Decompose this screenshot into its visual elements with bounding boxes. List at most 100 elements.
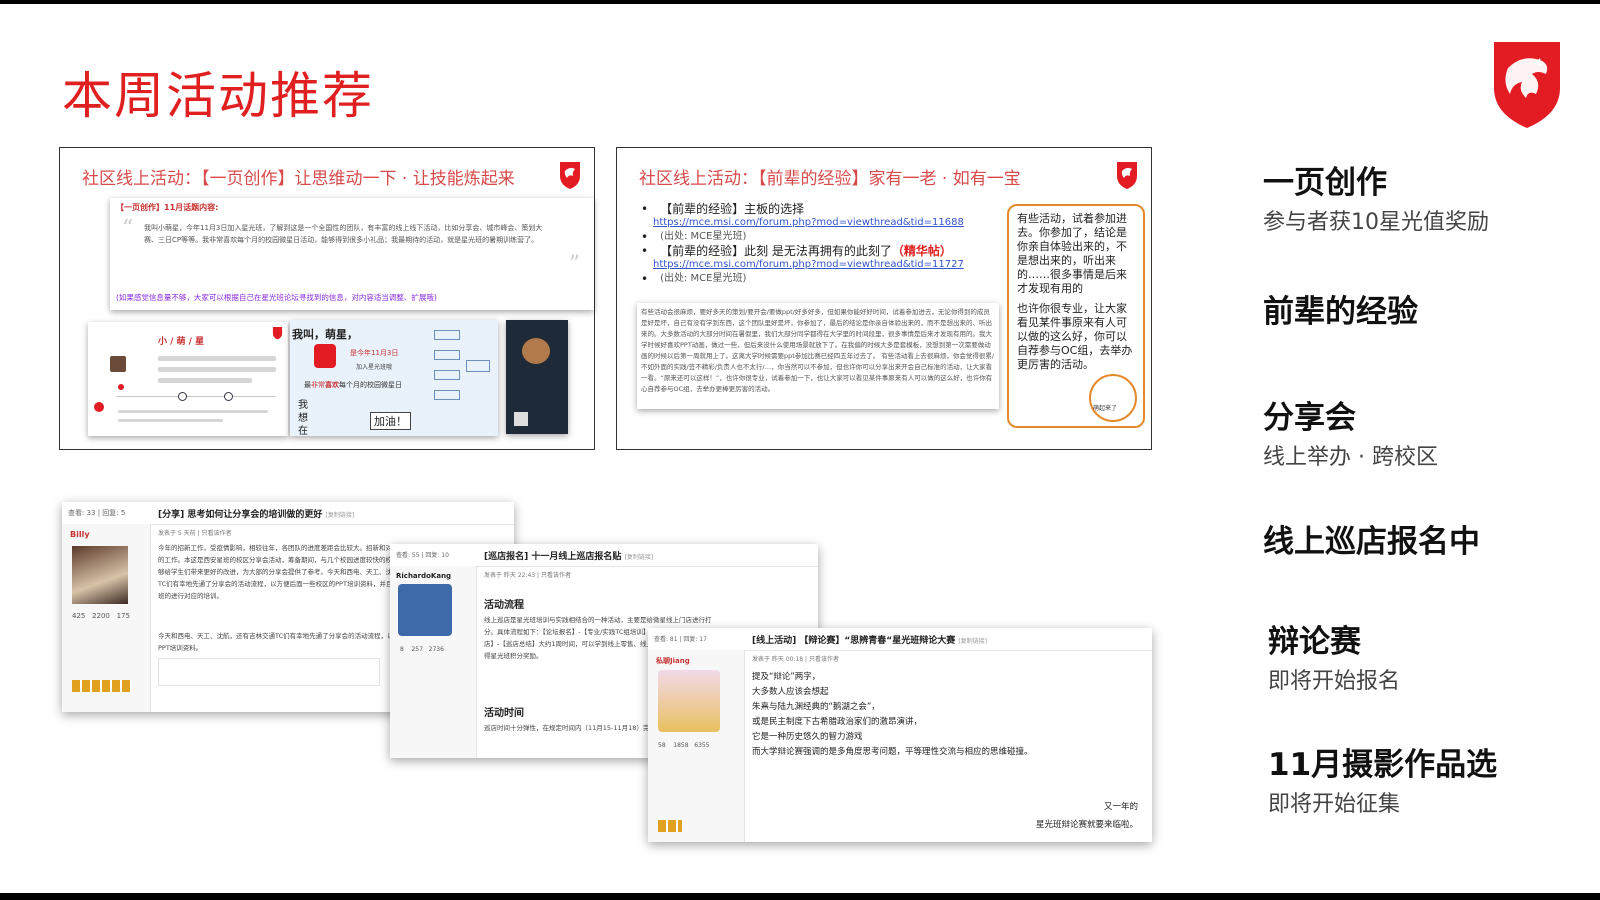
body-line: 提及“辩论”两字， [752,672,821,682]
bullet-2-source: (出处: MCE星光班) [660,273,747,284]
bullet-2-link[interactable]: https://mce.msi.com/forum.php?mod=viewth… [653,258,964,272]
list-item-photo[interactable]: 11月摄影作品选 即将开始征集 [1268,739,1497,818]
user-avatar[interactable] [72,546,128,604]
stat-3: 2736 [428,646,444,653]
post-user[interactable]: 私聊Jiang [656,656,690,666]
stat-1: 8 [400,646,404,653]
sample-b-go: 加油！ [370,412,411,430]
list-heading: 11月摄影作品选 [1268,747,1498,783]
post-table [158,658,380,686]
sample-b-zai: 在 [298,426,308,437]
msi-shield-icon [272,327,283,340]
list-sub: 即将开始报名 [1268,669,1401,694]
stat-2: 1858 [673,742,689,749]
user-stats: 425 2200 175 [72,610,130,622]
sample-a-photo [110,356,126,372]
experience-quote-text: 有些活动会很麻烦，要好多天的策划/要开会/要做ppt/好多好多，但如果你能好好时… [641,308,995,393]
sample-b-like-a: 最 [304,381,311,389]
msi-shield-icon [1117,162,1137,189]
sample-b-like-c: 喜欢 [325,381,339,389]
timeline-dot [178,392,187,401]
post-meta: 发表于 昨天 00:18 | 只看该作者 [752,656,839,663]
post-stats: 查看: 81 | 回复: 17 [654,636,707,643]
timeline-dot [224,392,233,401]
post-stats: 查看: 33 | 回复: 5 [68,509,126,517]
dragon-mascot-icon [314,344,336,368]
topic-content-box: 【一页创作】11月话题内容: “ 我叫小萌星，今年11月3日加入星光班，了解到这… [110,198,594,310]
body-line: 朱熹与陆九渊经典的“鹅湖之会”， [752,702,880,712]
quote-icon: “ [122,216,134,241]
body-line: 大多数人应该会想起 [752,687,829,697]
bullet-1-source: (出处: MCE星光班) [660,231,747,242]
stat-2: 257 [411,646,423,653]
sample-thumbnail-c[interactable] [506,320,568,434]
body-line: 或是民主制度下古希腊政治家们的激昂演讲， [752,717,923,727]
topic-heading: 【一页创作】11月话题内容: [116,203,219,212]
topic-footer: (如果感觉信息量不够，大家可以根据自己在星光班论坛寻找到的信息，对内容适当调整、… [116,293,437,302]
bullet-1-link[interactable]: https://mce.msi.com/forum.php?mod=viewth… [653,216,964,230]
post-meta: 发表于 昨天 22:43 | 只看该作者 [484,572,571,579]
forum-post-debate[interactable]: 查看: 81 | 回复: 17 [线上活动] 【辩论赛】“思辨青春“星光班辩论大… [648,628,1152,842]
list-sub: 参与者获10星光值奖励 [1263,210,1489,235]
stat-1: 58 [658,742,666,749]
sample-b-join: 加入星光班哦 [356,364,393,371]
sample-a-captions [118,404,268,428]
sample-thumbnail-a[interactable]: 小 / 萌 / 星 [88,322,288,436]
sample-b-title: 我叫，萌星， [292,328,358,341]
experience-bullets: • 【前辈的经验】主板的选择 https://mce.msi.com/forum.… [641,202,964,286]
user-avatar-minion[interactable] [658,670,720,732]
post-title[interactable]: [线上活动] 【辩论赛】“思辨青春“星光班辩论大赛 [复制链接] [752,633,987,646]
list-item-store-tour[interactable]: 线上巡店报名中 [1263,516,1480,561]
list-item-experience[interactable]: 前辈的经验 [1263,286,1418,331]
bullet-2-tag: （精华帖） [891,244,952,258]
user-avatar-tom-cat[interactable] [398,584,452,636]
activity-card-one-page[interactable]: 社区线上活动：【一页创作】让思维动一下 · 让技能炼起来 【一页创作】11月话题… [59,147,595,450]
sample-b-date: 是今年11月3日 [350,349,399,357]
sample-a-timeline [158,350,276,389]
bullet-1-label: 【前辈的经验】主板的选择 [660,202,805,216]
user-stats: 58 1858 6355 [658,740,710,752]
sample-b-like-d: 每个月的校园微星日 [339,381,402,389]
stat-3: 6355 [694,742,710,749]
sample-thumbnail-b[interactable]: 我叫，萌星， 是今年11月3日 加入星光班哦 最非常喜欢每个月的校园微星日 我 … [290,320,498,437]
bullet-2-label: 【前辈的经验】此刻 是无法再拥有的此刻了 [660,244,892,258]
post-user[interactable]: Billy [70,530,90,539]
post-body-lines: 提及“辩论”两字， 大多数人应该会想起 朱熹与陆九渊经典的“鹅湖之会”， 或是民… [752,670,1033,760]
post-user[interactable]: RichardoKang [396,572,451,580]
sample-b-like: 最非常喜欢每个月的校园微星日 [304,380,402,390]
stat-3: 175 [116,612,130,620]
list-item-debate[interactable]: 辩论赛 即将开始报名 [1268,616,1400,695]
body-line: 它是一种历史悠久的智力游戏 [752,732,863,742]
post-title-text: [巡店报名] 十一月线上巡店报名贴 [484,552,622,562]
card-title: 社区线上活动：【一页创作】让思维动一下 · 让技能炼起来 [82,169,515,189]
activity-card-experience[interactable]: 社区线上活动：【前辈的经验】家有一老 · 如有一宝 • 【前辈的经验】主板的选择 … [616,147,1152,450]
msi-dragon-shield-logo [1494,42,1560,128]
list-sub: 线上举办 · 跨校区 [1263,445,1438,470]
post-copy-link[interactable]: [复制链接] [625,554,654,561]
sample-b-mindmap [432,326,492,430]
section-heading: 活动流程 [484,600,524,611]
stat-1: 425 [72,612,86,620]
dragon-mascot-icon [94,402,104,412]
advice-note-p2: 也许你很专业，让大家看见某件事原来有人可以做的这么好，你可以自荐参与OC组，去举… [1017,302,1133,371]
msi-shield-icon [560,162,580,189]
post-copy-link[interactable]: [复制链接] [326,512,355,519]
post-title-text: [线上活动] 【辩论赛】“思辨青春“星光班辩论大赛 [752,636,956,646]
sample-a-axis [116,396,276,397]
sample-a-title: 小 / 萌 / 星 [158,337,205,347]
post-title[interactable]: [巡店报名] 十一月线上巡店报名贴 [复制链接] [484,549,653,562]
experience-quote-box: 有些活动会很麻烦，要好多天的策划/要开会/要做ppt/好多好多，但如果你能好好时… [637,303,999,409]
list-sub: 即将开始征集 [1268,792,1401,817]
list-item-sharing[interactable]: 分享会 线上举办 · 跨校区 [1263,392,1438,471]
advice-note-p1: 有些活动，试着参加进去。你参加了，结论是你亲自体验出来的，不是想出来的，听出来的… [1017,212,1127,295]
post-title[interactable]: [分享] 思考如何让分享会的培训做的更好 [复制链接] [158,507,354,520]
list-heading: 辩论赛 [1268,624,1361,660]
body-tail-1: 又一年的 [1103,802,1138,812]
body-line: 而大学辩论赛强调的是多角度思考问题，平等理性交流与相应的思维碰撞。 [752,747,1033,757]
post-stats: 查看: 55 | 回复: 10 [396,552,449,559]
post-copy-link[interactable]: [复制链接] [958,638,987,645]
list-item-one-page[interactable]: 一页创作 参与者获10星光值奖励 [1263,157,1489,236]
post-meta: 发表于 5 天前 | 只看该作者 [158,530,232,537]
user-badges [658,820,682,832]
page-title: 本周活动推荐 [62,67,374,125]
